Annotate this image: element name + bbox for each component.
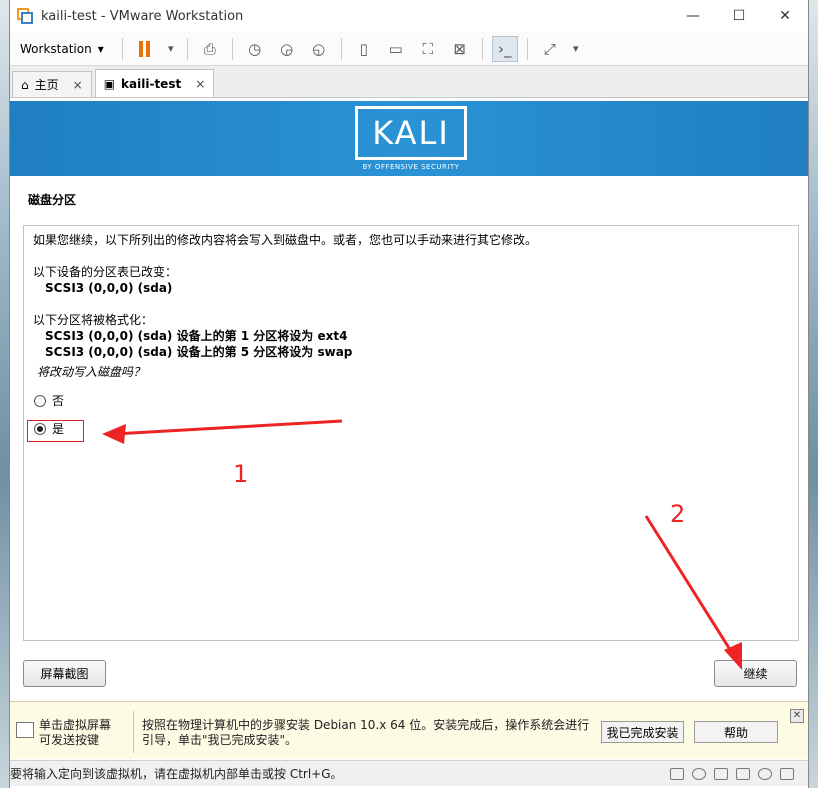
minimize-button[interactable]: —	[670, 0, 716, 32]
dropdown-arrow-icon: ▾	[97, 41, 104, 56]
option-yes[interactable]: 是	[33, 420, 789, 438]
changed-device: SCSI3 (0,0,0) (sda)	[45, 281, 173, 295]
send-ctrl-alt-del-icon[interactable]: ⎙	[197, 36, 223, 62]
cd-rom-icon[interactable]	[692, 767, 706, 780]
home-icon: ⌂	[21, 77, 29, 92]
pause-icon	[139, 40, 151, 57]
hint-left-line1: 单击虚拟屏幕	[39, 718, 112, 732]
changed-heading: 以下设备的分区表已改变：	[33, 265, 178, 279]
install-hint-bar: 单击虚拟屏幕 可发送按键 按照在物理计算机中的步骤安装 Debian 10.x …	[10, 701, 808, 759]
partition-summary: 如果您继续，以下所列出的修改内容将会写入到磁盘中。或者，您也可以手动来进行其它修…	[23, 225, 799, 641]
close-icon[interactable]: ×	[73, 78, 83, 92]
workstation-menu-label: Workstation	[20, 41, 92, 56]
format-heading: 以下分区将被格式化：	[33, 313, 154, 327]
help-button[interactable]: 帮助	[694, 721, 778, 743]
done-install-button[interactable]: 我已完成安装	[601, 721, 684, 743]
close-icon[interactable]: ×	[195, 77, 205, 91]
fullscreen-icon[interactable]: ⛶	[415, 36, 441, 62]
tab-vm-label: kaili-test	[121, 76, 182, 91]
stretch-dropdown[interactable]: ▾	[569, 36, 583, 62]
toolbar-separator	[121, 37, 123, 60]
library-view-icon[interactable]: ▯	[351, 36, 377, 62]
status-bar: 要将输入定向到该虚拟机，请在虚拟机内部单击或按 Ctrl+G。	[10, 760, 808, 786]
title-bar: kaili-test - VMware Workstation — ☐ ✕	[10, 0, 808, 32]
annotation-highlight-box	[27, 420, 84, 442]
format-line-1: SCSI3 (0,0,0) (sda) 设备上的第 1 分区将设为 ext4	[45, 329, 348, 343]
revert-snapshot-icon[interactable]: ◶	[274, 36, 300, 62]
option-no-label: 否	[52, 394, 65, 408]
screenshot-button[interactable]: 屏幕截图	[23, 660, 106, 687]
hint-divider	[133, 711, 134, 753]
toolbar: Workstation ▾ ▾ ⎙ ◷ ◶ ◵ ▯ ▭ ⛶ ⊠ ›_ ⤢ ▾	[10, 32, 808, 66]
pause-dropdown[interactable]: ▾	[164, 36, 178, 62]
option-no[interactable]: 否	[33, 392, 789, 410]
toolbar-separator	[340, 37, 342, 60]
tab-home[interactable]: ⌂ 主页 ×	[12, 71, 92, 97]
format-line-2: SCSI3 (0,0,0) (sda) 设备上的第 5 分区将设为 swap	[45, 345, 353, 359]
sound-icon[interactable]	[758, 767, 772, 780]
tab-home-label: 主页	[34, 78, 59, 92]
stretch-guest-icon[interactable]: ⤢	[537, 36, 563, 62]
thumbnail-view-icon[interactable]: ▭	[383, 36, 409, 62]
network-icon[interactable]	[714, 767, 728, 780]
hint-left-text: 单击虚拟屏幕 可发送按键	[39, 718, 111, 748]
keyboard-icon	[16, 722, 34, 738]
unity-icon[interactable]: ⊠	[447, 36, 473, 62]
tab-bar: ⌂ 主页 × ▣ kaili-test ×	[10, 66, 808, 98]
toolbar-separator	[186, 37, 188, 60]
continue-button[interactable]: 继续	[714, 660, 797, 687]
annotation-label-1: 1	[233, 460, 249, 488]
vm-icon: ▣	[103, 76, 116, 91]
radio-no[interactable]	[34, 395, 46, 407]
hint-main-text: 按照在物理计算机中的步骤安装 Debian 10.x 64 位。安装完成后，操作…	[142, 718, 590, 747]
kali-banner: KALI BY OFFENSIVE SECURITY	[10, 101, 808, 176]
toolbar-separator	[526, 37, 528, 60]
hard-disk-icon[interactable]	[670, 767, 684, 780]
write-question: 将改动写入磁盘吗？	[37, 365, 146, 379]
toolbar-separator	[481, 37, 483, 60]
annotation-label-2: 2	[670, 500, 686, 528]
hint-left-line2: 可发送按键	[39, 733, 100, 747]
vmware-window: kaili-test - VMware Workstation — ☐ ✕ Wo…	[9, 0, 809, 788]
vm-screen[interactable]: KALI BY OFFENSIVE SECURITY 磁盘分区 如果您继续，以下…	[10, 101, 808, 701]
close-button[interactable]: ✕	[762, 0, 808, 32]
close-icon[interactable]: ✕	[790, 709, 804, 723]
kali-logo-subtitle: BY OFFENSIVE SECURITY	[362, 163, 460, 171]
vmware-icon	[17, 8, 33, 24]
pause-button[interactable]	[132, 36, 158, 62]
snapshot-manager-icon[interactable]: ◵	[306, 36, 332, 62]
display-icon[interactable]	[780, 767, 794, 780]
tab-vm[interactable]: ▣ kaili-test ×	[94, 69, 215, 97]
kali-logo: KALI	[355, 106, 467, 160]
maximize-button[interactable]: ☐	[716, 0, 762, 32]
toolbar-separator	[231, 37, 233, 60]
status-text: 要将输入定向到该虚拟机，请在虚拟机内部单击或按 Ctrl+G。	[10, 767, 343, 781]
printer-icon[interactable]	[736, 767, 750, 780]
intro-text: 如果您继续，以下所列出的修改内容将会写入到磁盘中。或者，您也可以手动来进行其它修…	[33, 233, 538, 247]
snapshot-icon[interactable]: ◷	[242, 36, 268, 62]
workstation-menu[interactable]: Workstation ▾	[20, 42, 104, 56]
console-view-icon[interactable]: ›_	[491, 35, 518, 62]
window-title: kaili-test - VMware Workstation	[41, 8, 244, 24]
page-title: 磁盘分区	[28, 193, 77, 207]
